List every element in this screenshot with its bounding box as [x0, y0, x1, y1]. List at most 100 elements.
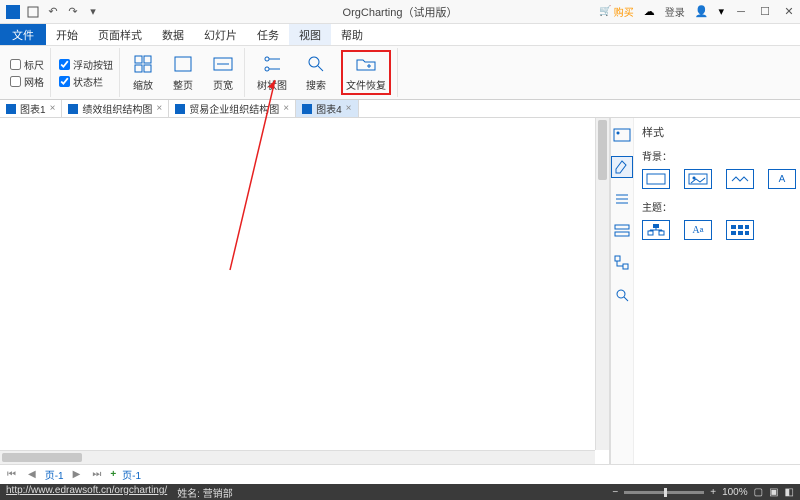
ribbon-group-display: 标尺 网格 [4, 48, 51, 97]
close-tab-icon[interactable]: × [346, 103, 352, 114]
bg-option-solid[interactable] [642, 169, 670, 189]
zoom-button[interactable]: 缩放 [128, 51, 158, 94]
doc-tab-2[interactable]: 绩效组织结构图× [62, 100, 169, 117]
bg-option-text[interactable]: A [768, 169, 796, 189]
horizontal-scrollbar[interactable] [0, 450, 595, 464]
zoom-label: 缩放 [133, 77, 153, 92]
menu-slides[interactable]: 幻灯片 [194, 24, 247, 45]
document-tab-strip: 图表1 × 绩效组织结构图× 贸易企业组织结构图× 图表4 × [0, 100, 800, 118]
page-last-icon[interactable]: ⏭ [89, 469, 104, 480]
tree-view-button[interactable]: 树状图 [253, 51, 291, 94]
panel-tab-tree[interactable] [611, 252, 633, 274]
close-tab-icon[interactable]: × [156, 103, 162, 114]
file-recover-button[interactable]: 文件恢复 [341, 50, 391, 95]
full-page-button[interactable]: 整页 [168, 51, 198, 94]
app-icon [6, 5, 20, 19]
add-page-button[interactable]: + [110, 469, 116, 480]
right-panel-content: 样式 背景： A 主题： Aa [634, 118, 800, 464]
theme-option-color[interactable] [726, 220, 754, 240]
view-mode-2-icon[interactable]: ▣ [769, 487, 778, 498]
scroll-thumb[interactable] [598, 120, 607, 180]
status-name: 姓名: 营销部 [177, 485, 233, 500]
bg-option-image[interactable] [684, 169, 712, 189]
search-icon [305, 53, 327, 75]
doc-tab-label: 图表4 [316, 101, 342, 116]
window-controls: 🛒 购买 ☁ 登录 👤 ▾ ─ ☐ ✕ [599, 4, 796, 19]
menu-file[interactable]: 文件 [0, 24, 46, 45]
cloud-icon[interactable]: ☁ [644, 5, 655, 18]
full-page-icon [172, 53, 194, 75]
panel-tab-card[interactable] [611, 124, 633, 146]
qat-dropdown-icon[interactable]: ▾ [86, 5, 100, 19]
panel-tab-style[interactable] [611, 156, 633, 178]
quick-access-toolbar: ↶ ↷ ▾ [0, 5, 106, 19]
ribbon-group-tools: 树状图 搜索 文件恢复 [247, 48, 398, 97]
close-button[interactable]: ✕ [782, 5, 796, 19]
vertical-scrollbar[interactable] [595, 118, 609, 450]
menu-view[interactable]: 视图 [289, 24, 331, 45]
scroll-thumb[interactable] [2, 453, 82, 462]
undo-icon[interactable]: ↶ [46, 5, 60, 19]
maximize-button[interactable]: ☐ [758, 5, 772, 19]
title-bar: ↶ ↷ ▾ OrgCharting（试用版） 🛒 购买 ☁ 登录 👤 ▾ ─ ☐… [0, 0, 800, 24]
check-status-bar[interactable]: 状态栏 [59, 74, 103, 89]
menu-bar: 文件 开始 页面样式 数据 幻灯片 任务 视图 帮助 [0, 24, 800, 46]
theme-option-chart[interactable] [642, 220, 670, 240]
check-ruler[interactable]: 标尺 [10, 57, 44, 72]
zoom-percent[interactable]: 100% [722, 487, 748, 498]
ribbon-group-zoom: 缩放 整页 页宽 [122, 48, 245, 97]
view-mode-3-icon[interactable]: ◧ [785, 487, 794, 498]
page-first-icon[interactable]: ⏮ [4, 469, 19, 480]
user-icon[interactable]: 👤 [695, 5, 709, 18]
doc-tab-label: 图表1 [20, 101, 46, 116]
page-current[interactable]: 页-1 [45, 467, 64, 482]
check-float-label: 浮动按钮 [73, 57, 113, 72]
page-next-icon[interactable]: ▶ [70, 469, 84, 480]
window-title: OrgCharting（试用版） [343, 4, 458, 20]
zoom-out-button[interactable]: − [612, 487, 618, 498]
doc-icon [6, 104, 16, 114]
menu-help[interactable]: 帮助 [331, 24, 373, 45]
menu-page-style[interactable]: 页面样式 [88, 24, 152, 45]
check-grid-label: 网格 [24, 74, 44, 89]
buy-link[interactable]: 🛒 购买 [599, 4, 633, 19]
zoom-slider[interactable] [624, 491, 704, 494]
save-icon[interactable] [26, 5, 40, 19]
page-width-icon [212, 53, 234, 75]
theme-option-font[interactable]: Aa [684, 220, 712, 240]
canvas[interactable] [0, 118, 610, 464]
page-width-button[interactable]: 页宽 [208, 51, 238, 94]
menu-data[interactable]: 数据 [152, 24, 194, 45]
close-tab-icon[interactable]: × [50, 103, 56, 114]
menu-tasks[interactable]: 任务 [247, 24, 289, 45]
section-theme-label: 主题： [642, 199, 796, 214]
redo-icon[interactable]: ↷ [66, 5, 80, 19]
search-button[interactable]: 搜索 [301, 51, 331, 94]
settings-dropdown-icon[interactable]: ▾ [718, 5, 724, 18]
tree-icon [261, 53, 283, 75]
check-float-button[interactable]: 浮动按钮 [59, 57, 113, 72]
section-background-label: 背景： [642, 148, 796, 163]
minimize-button[interactable]: ─ [734, 5, 748, 19]
view-mode-1-icon[interactable]: ▢ [754, 487, 763, 498]
panel-tab-search[interactable] [611, 284, 633, 306]
check-grid[interactable]: 网格 [10, 74, 44, 89]
login-link[interactable]: 登录 [665, 4, 685, 19]
ribbon-group-display2: 浮动按钮 状态栏 [53, 48, 120, 97]
full-page-label: 整页 [173, 77, 193, 92]
zoom-handle[interactable] [664, 488, 667, 497]
workspace: 样式 背景： A 主题： Aa [0, 118, 800, 464]
page-prev-icon[interactable]: ◀ [25, 469, 39, 480]
panel-tab-layout[interactable] [611, 220, 633, 242]
menu-start[interactable]: 开始 [46, 24, 88, 45]
doc-icon [68, 104, 78, 114]
page-tab[interactable]: 页-1 [122, 467, 141, 482]
doc-tab-4[interactable]: 图表4 × [296, 100, 358, 117]
bg-option-pattern[interactable] [726, 169, 754, 189]
doc-tab-1[interactable]: 图表1 × [0, 100, 62, 117]
buy-label: 购买 [614, 4, 634, 19]
zoom-in-button[interactable]: + [710, 487, 716, 498]
panel-tab-list[interactable] [611, 188, 633, 210]
close-tab-icon[interactable]: × [283, 103, 289, 114]
doc-tab-3[interactable]: 贸易企业组织结构图× [169, 100, 296, 117]
